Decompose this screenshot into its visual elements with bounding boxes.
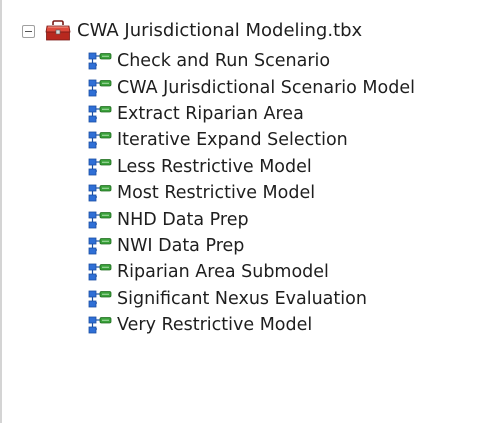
panel-border (0, 0, 2, 423)
catalog-tree-panel: CWA Jurisdictional Modeling.tbx Check an… (0, 0, 502, 423)
tool-item[interactable]: Extract Riparian Area (88, 101, 415, 127)
tool-label: Most Restrictive Model (117, 183, 316, 204)
tool-label: Extract Riparian Area (117, 103, 304, 124)
model-tool-icon (88, 79, 112, 96)
tool-item[interactable]: Most Restrictive Model (88, 180, 415, 206)
tool-label: NWI Data Prep (117, 235, 245, 256)
tool-label: Check and Run Scenario (117, 51, 331, 72)
tool-item[interactable]: Less Restrictive Model (88, 154, 415, 180)
tool-label: Significant Nexus Evaluation (117, 288, 367, 309)
tool-label: CWA Jurisdictional Scenario Model (117, 77, 415, 98)
tool-item[interactable]: Iterative Expand Selection (88, 127, 415, 153)
tool-item[interactable]: Very Restrictive Model (88, 312, 415, 338)
tool-item[interactable]: Check and Run Scenario (88, 48, 415, 74)
model-tool-icon (88, 105, 112, 123)
tool-item[interactable]: Significant Nexus Evaluation (88, 286, 415, 312)
toolbox-node[interactable]: CWA Jurisdictional Modeling.tbx (22, 16, 362, 46)
model-tool-icon (88, 211, 112, 228)
tool-item[interactable]: CWA Jurisdictional Scenario Model (88, 74, 415, 100)
model-tool-icon (88, 290, 112, 308)
toolbox-label: CWA Jurisdictional Modeling.tbx (77, 20, 363, 41)
model-tool-icon (88, 237, 112, 255)
toolbox-icon (45, 20, 71, 41)
model-tool-icon (88, 263, 112, 281)
model-tool-icon (88, 131, 112, 149)
model-tool-icon (88, 52, 112, 70)
tool-item[interactable]: Riparian Area Submodel (88, 259, 415, 285)
tool-label: Very Restrictive Model (117, 315, 313, 336)
collapse-icon[interactable] (22, 24, 35, 38)
tool-list: Check and Run Scenario CWA Jurisdictiona… (88, 48, 415, 338)
model-tool-icon (88, 316, 112, 334)
tool-label: Iterative Expand Selection (117, 130, 348, 151)
tool-label: NHD Data Prep (117, 209, 249, 230)
model-tool-icon (88, 158, 112, 176)
tool-label: Riparian Area Submodel (117, 262, 329, 283)
tool-item[interactable]: NWI Data Prep (88, 233, 415, 259)
tool-label: Less Restrictive Model (117, 156, 312, 177)
model-tool-icon (88, 184, 112, 202)
tool-item[interactable]: NHD Data Prep (88, 206, 415, 232)
